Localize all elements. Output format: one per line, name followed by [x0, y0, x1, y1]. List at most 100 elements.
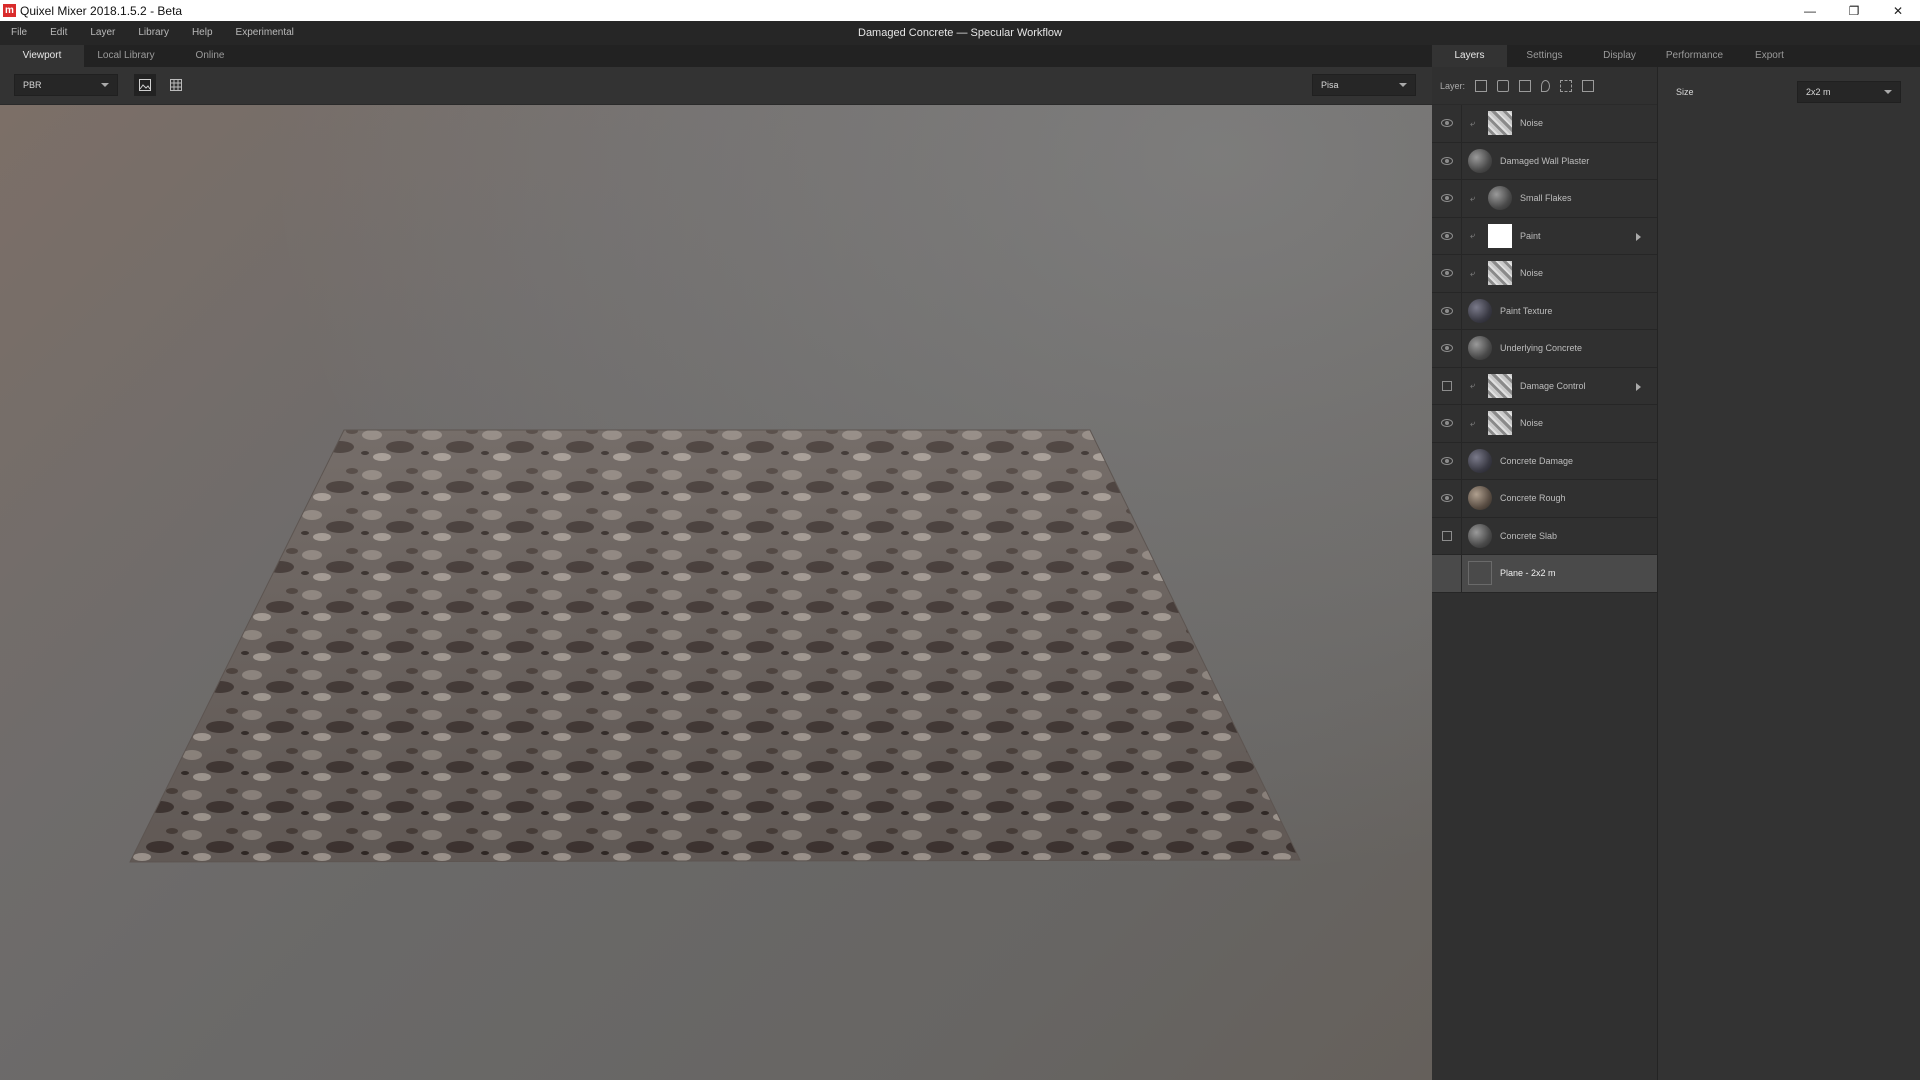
tab-online[interactable]: Online — [168, 45, 252, 67]
layer-visibility-cell — [1432, 105, 1462, 142]
layer-thumbnail — [1488, 186, 1512, 211]
left-tab-bar: Viewport Local Library Online — [0, 45, 1432, 67]
layer-visibility-cell — [1432, 442, 1462, 479]
expand-arrow-icon[interactable] — [1636, 382, 1641, 391]
right-tab-bar: Layers Settings Display Performance Expo… — [1432, 45, 1920, 67]
layer-name: Concrete Rough — [1500, 493, 1566, 504]
image-view-button[interactable] — [134, 74, 156, 96]
add-paint-layer-icon[interactable] — [1497, 79, 1510, 92]
add-smart-material-icon[interactable] — [1582, 79, 1595, 92]
layer-row[interactable]: Concrete Rough — [1432, 480, 1657, 518]
link-icon: ⤶ — [1470, 417, 1476, 428]
tab-settings[interactable]: Settings — [1507, 45, 1582, 67]
layer-row[interactable]: Concrete Damage — [1432, 442, 1657, 480]
restore-button[interactable]: ❐ — [1832, 0, 1876, 21]
app-window: m Quixel Mixer 2018.1.5.2 - Beta — ❐ ✕ F… — [0, 0, 1920, 1080]
grid-toggle-button[interactable] — [165, 74, 187, 96]
layer-visibility-cell — [1432, 405, 1462, 442]
add-surface-layer-icon[interactable] — [1475, 79, 1488, 92]
layer-name: Concrete Damage — [1500, 455, 1574, 466]
layer-row[interactable]: ⤶ Noise — [1432, 405, 1657, 443]
link-icon: ⤶ — [1470, 192, 1476, 203]
render-mode-value: PBR — [23, 80, 42, 90]
eye-icon[interactable] — [1440, 231, 1453, 240]
layer-row[interactable]: ⤶ Noise — [1432, 255, 1657, 293]
eye-icon[interactable] — [1440, 194, 1453, 203]
tab-export[interactable]: Export — [1732, 45, 1807, 67]
layer-visibility-cell — [1432, 180, 1462, 217]
add-solid-layer-icon[interactable] — [1519, 79, 1532, 92]
menu-file[interactable]: File — [0, 21, 39, 45]
link-icon: ⤶ — [1470, 117, 1476, 128]
layer-name: Paint — [1520, 230, 1541, 241]
eye-icon[interactable] — [1440, 344, 1453, 353]
environment-dropdown[interactable]: Pisa — [1312, 74, 1416, 96]
size-dropdown[interactable]: 2x2 m — [1797, 81, 1901, 103]
eye-icon[interactable] — [1440, 156, 1453, 165]
layer-row[interactable]: ⤶ Paint — [1432, 217, 1657, 255]
layer-row[interactable]: ⤶ Noise — [1432, 105, 1657, 143]
app-logo-icon: m — [3, 4, 16, 17]
menu-layer[interactable]: Layer — [79, 21, 127, 45]
layer-name: Noise — [1520, 118, 1544, 129]
tab-local-library[interactable]: Local Library — [84, 45, 168, 67]
layer-name: Damage Control — [1520, 380, 1586, 391]
menu-experimental[interactable]: Experimental — [225, 21, 306, 45]
layer-row[interactable]: ⤶ Small Flakes — [1432, 180, 1657, 218]
layer-name: Plane - 2x2 m — [1500, 568, 1556, 579]
tab-layers[interactable]: Layers — [1432, 45, 1507, 67]
menu-library[interactable]: Library — [127, 21, 181, 45]
layer-thumbnail — [1488, 411, 1512, 436]
layer-thumbnail — [1488, 261, 1512, 286]
add-fill-layer-icon[interactable] — [1541, 79, 1551, 92]
eye-icon[interactable] — [1440, 419, 1453, 428]
layer-row[interactable]: ⤶ Damage Control — [1432, 367, 1657, 405]
layer-visibility-cell — [1432, 517, 1462, 554]
eye-icon[interactable] — [1440, 269, 1453, 278]
menu-bar: File Edit Layer Library Help Experimenta… — [0, 21, 1920, 45]
eye-icon[interactable] — [1440, 494, 1453, 503]
chevron-down-icon — [1884, 90, 1892, 94]
visibility-checkbox[interactable] — [1441, 530, 1452, 541]
layer-row[interactable]: Plane - 2x2 m — [1432, 555, 1657, 593]
layer-row[interactable]: Concrete Slab — [1432, 517, 1657, 555]
tab-performance[interactable]: Performance — [1657, 45, 1732, 67]
chevron-down-icon — [101, 83, 109, 87]
layer-visibility-cell — [1432, 217, 1462, 254]
link-icon: ⤶ — [1470, 267, 1476, 278]
layer-visibility-cell — [1432, 142, 1462, 179]
window-title: Quixel Mixer 2018.1.5.2 - Beta — [20, 3, 183, 18]
layer-name: Small Flakes — [1520, 193, 1572, 204]
layer-thumbnail — [1468, 561, 1492, 586]
layer-visibility-cell — [1432, 555, 1462, 592]
tab-display[interactable]: Display — [1582, 45, 1657, 67]
close-button[interactable]: ✕ — [1876, 0, 1920, 21]
chevron-down-icon — [1399, 83, 1407, 87]
layer-thumbnail — [1468, 148, 1492, 173]
grid-icon — [170, 79, 182, 91]
menu-help[interactable]: Help — [181, 21, 225, 45]
layer-row[interactable]: Damaged Wall Plaster — [1432, 142, 1657, 180]
eye-icon[interactable] — [1440, 306, 1453, 315]
layer-name: Paint Texture — [1500, 305, 1553, 316]
link-icon: ⤶ — [1470, 230, 1476, 241]
layers-panel: Layer: ⤶ Noise Damaged Wall Plaster ⤶ Small … — [1432, 67, 1658, 1080]
eye-icon[interactable] — [1440, 119, 1453, 128]
layer-row[interactable]: Underlying Concrete — [1432, 330, 1657, 368]
layer-visibility-cell — [1432, 480, 1462, 517]
tab-viewport[interactable]: Viewport — [0, 45, 84, 67]
menu-edit[interactable]: Edit — [39, 21, 79, 45]
eye-icon[interactable] — [1440, 456, 1453, 465]
layer-visibility-cell — [1432, 367, 1462, 404]
layer-row[interactable]: Paint Texture — [1432, 292, 1657, 330]
viewport-toolbar: PBR Pisa — [0, 67, 1432, 105]
layer-name: Noise — [1520, 418, 1544, 429]
size-value: 2x2 m — [1806, 87, 1831, 97]
expand-arrow-icon[interactable] — [1636, 232, 1641, 241]
minimize-button[interactable]: — — [1788, 0, 1832, 21]
render-mode-dropdown[interactable]: PBR — [14, 74, 118, 96]
layer-visibility-cell — [1432, 255, 1462, 292]
3d-viewport[interactable] — [0, 105, 1432, 1080]
visibility-checkbox[interactable] — [1441, 380, 1452, 391]
add-mask-stack-icon[interactable] — [1560, 79, 1573, 92]
